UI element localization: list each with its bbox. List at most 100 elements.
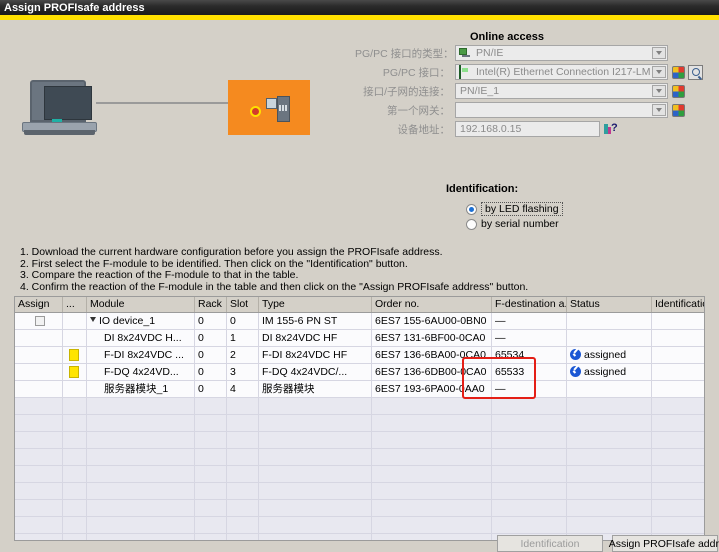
cell-f-destination-address[interactable]: —: [492, 313, 567, 329]
radio-by-led-flashing[interactable]: by LED flashing: [466, 202, 563, 216]
cell-f-destination-address[interactable]: —: [492, 330, 567, 346]
table-row[interactable]: 服务器模块_1 0 4 服务器模块 6ES7 193-6PA00-0AA0—: [15, 381, 704, 398]
chevron-down-icon[interactable]: [652, 66, 666, 78]
column-header-status[interactable]: Status: [567, 297, 652, 312]
expander-collapse-icon[interactable]: [90, 317, 96, 322]
table-row[interactable]: F-DQ 4x24VD... 0 3 F-DQ 4x24VDC/... 6ES7 136…: [15, 364, 704, 381]
column-header-order-no[interactable]: Order no.: [372, 297, 492, 312]
table-row-empty[interactable]: [15, 517, 704, 534]
chevron-down-icon[interactable]: [652, 104, 666, 116]
table-body: IO device_1 0 0 IM 155-6 PN ST 6ES7 155-6AU0…: [15, 313, 704, 540]
window-title: Assign PROFIsafe address: [4, 1, 145, 14]
cell-type: F-DQ 4x24VDC/...: [259, 364, 372, 380]
pgpc-interface-type-label: PG/PC 接口的类型：: [355, 47, 454, 60]
cell-empty: [195, 415, 227, 431]
cell-marker: [63, 364, 87, 380]
cell-empty: [372, 500, 492, 516]
gateway-properties-icon[interactable]: [672, 103, 685, 117]
cell-marker: [63, 347, 87, 363]
column-header-type[interactable]: Type: [259, 297, 372, 312]
column-header-module[interactable]: Module: [87, 297, 195, 312]
cell-assign[interactable]: [15, 381, 63, 397]
table-row-empty[interactable]: [15, 398, 704, 415]
cell-rack: 0: [195, 364, 227, 380]
subnet-properties-icon[interactable]: [672, 84, 685, 98]
cell-status: [567, 381, 652, 397]
column-header-dots[interactable]: ...: [63, 297, 87, 312]
device-address-row: 设备地址： 192.168.0.15 ?: [355, 121, 619, 137]
pnie-icon: [459, 47, 472, 59]
cell-empty: [567, 432, 652, 448]
subnet-connection-select[interactable]: PN/IE_1: [455, 83, 668, 99]
column-header-assign[interactable]: Assign: [15, 297, 63, 312]
status-text: assigned: [584, 366, 627, 378]
cell-empty: [567, 415, 652, 431]
cell-module: F-DQ 4x24VD...: [87, 364, 195, 380]
instruction-line: 4. Confirm the reaction of the F-module …: [20, 280, 529, 293]
cell-empty: [652, 415, 704, 431]
device-address-label: 设备地址：: [397, 123, 451, 136]
identification-button[interactable]: Identification: [497, 535, 603, 552]
cell-empty: [652, 483, 704, 499]
search-icon-button[interactable]: [688, 64, 703, 80]
radio-by-serial-number[interactable]: by serial number: [466, 218, 559, 230]
table-row[interactable]: DI 8x24VDC H... 0 1 DI 8x24VDC HF 6ES7 131-6…: [15, 330, 704, 347]
cell-empty: [227, 415, 259, 431]
table-row-empty[interactable]: [15, 449, 704, 466]
cell-slot: 2: [227, 347, 259, 363]
cell-slot: 3: [227, 364, 259, 380]
address-help-icon[interactable]: ?: [604, 122, 619, 136]
identification-title: Identification:: [446, 183, 519, 195]
pgpc-interface-type-value: PN/IE: [476, 47, 504, 59]
radio-button-icon[interactable]: [466, 203, 477, 215]
table-row-empty[interactable]: [15, 466, 704, 483]
table-row-empty[interactable]: [15, 415, 704, 432]
cell-empty: [259, 415, 372, 431]
assign-checkbox[interactable]: [35, 316, 45, 326]
module-table[interactable]: Assign ... Module Rack Slot Type Order n…: [14, 296, 705, 541]
interface-properties-icon[interactable]: [672, 65, 685, 79]
subnet-connection-row: 接口/子网的连接： PN/IE_1: [355, 83, 685, 99]
first-gateway-select[interactable]: [455, 102, 668, 118]
cell-empty: [195, 432, 227, 448]
table-row-empty[interactable]: [15, 483, 704, 500]
cell-empty: [652, 466, 704, 482]
table-row[interactable]: F-DI 8x24VDC ... 0 2 F-DI 8x24VDC HF 6ES7 13…: [15, 347, 704, 364]
cell-f-destination-address[interactable]: —: [492, 381, 567, 397]
cell-empty: [567, 483, 652, 499]
cell-empty: [652, 398, 704, 414]
cell-assign[interactable]: [15, 364, 63, 380]
chevron-down-icon[interactable]: [652, 85, 666, 97]
column-header-identification[interactable]: Identification: [652, 297, 704, 312]
cell-f-destination-address[interactable]: 65534: [492, 347, 567, 363]
pgpc-interface-type-select[interactable]: PN/IE: [455, 45, 668, 61]
radio-button-icon[interactable]: [466, 218, 477, 230]
cell-f-destination-address[interactable]: 65533: [492, 364, 567, 380]
cell-empty: [652, 449, 704, 465]
cell-identification: [652, 347, 704, 363]
column-header-f-destination[interactable]: F-destination a..: [492, 297, 567, 312]
column-header-slot[interactable]: Slot: [227, 297, 259, 312]
cell-assign[interactable]: [15, 347, 63, 363]
cell-empty: [63, 466, 87, 482]
chevron-down-icon[interactable]: [652, 47, 666, 59]
cell-empty: [195, 466, 227, 482]
cell-empty: [567, 466, 652, 482]
cell-slot: 1: [227, 330, 259, 346]
table-row-empty[interactable]: [15, 432, 704, 449]
subnet-connection-label: 接口/子网的连接：: [363, 85, 450, 98]
assign-profisafe-address-button[interactable]: Assign PROFIsafe addr.: [609, 535, 719, 552]
selected-device-panel[interactable]: [228, 80, 310, 135]
cell-assign[interactable]: [15, 330, 63, 346]
radio-by-serial-number-label: by serial number: [481, 218, 559, 230]
pgpc-interface-select[interactable]: Intel(R) Ethernet Connection I217-LM: [455, 64, 668, 80]
cell-empty: [492, 466, 567, 482]
pgpc-interface-type-row: PG/PC 接口的类型： PN/IE: [355, 45, 668, 61]
cell-empty: [87, 534, 195, 540]
device-address-input[interactable]: 192.168.0.15: [455, 121, 600, 137]
cell-assign[interactable]: [15, 313, 63, 329]
table-row-empty[interactable]: [15, 500, 704, 517]
cell-empty: [227, 534, 259, 540]
table-row[interactable]: IO device_1 0 0 IM 155-6 PN ST 6ES7 155-6AU0…: [15, 313, 704, 330]
column-header-rack[interactable]: Rack: [195, 297, 227, 312]
